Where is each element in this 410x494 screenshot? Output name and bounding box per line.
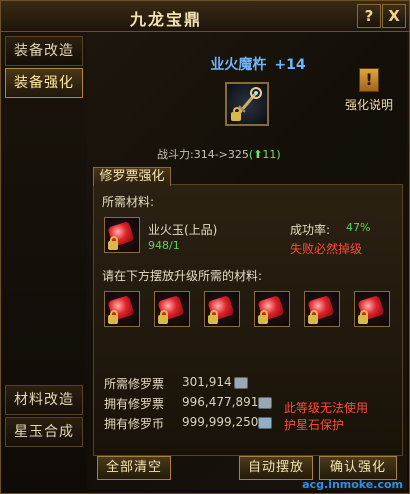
- site-watermark: acg.inmoke.com: [302, 478, 403, 491]
- nav-material-modify[interactable]: 材料改造: [5, 385, 83, 415]
- clear-all-button[interactable]: 全部清空: [97, 456, 171, 480]
- close-button[interactable]: X: [382, 4, 406, 28]
- material-count: 948/1: [148, 239, 180, 252]
- gem-slot-1[interactable]: [104, 291, 140, 327]
- fail-note: 失败必然掉级: [290, 242, 363, 256]
- forge-window: 九龙宝鼎 ? X 装备改造 装备强化 材料改造 星玉合成 业火魔杵 +14 战斗力…: [0, 0, 410, 494]
- power-delta: (⬆11): [248, 148, 281, 161]
- item-plus-level: +14: [274, 57, 306, 73]
- ticket-icon: [258, 397, 272, 409]
- auto-place-button[interactable]: 自动摆放: [239, 456, 313, 480]
- power-label: 战斗力:: [157, 148, 194, 161]
- owned-coin-value: 999,999,250: [182, 415, 259, 429]
- coin-icon: [258, 417, 272, 429]
- item-name-row: 业火魔杵 +14: [183, 54, 333, 74]
- lock-icon: [108, 236, 118, 250]
- nav-equip-modify[interactable]: 装备改造: [5, 36, 83, 66]
- place-prompt: 请在下方摆放升级所需的材料:: [102, 269, 263, 283]
- help-label: 强化说明: [344, 98, 393, 112]
- enhance-main: 业火魔杵 +14 战斗力:314->325(⬆11) ! 强化说明 修罗票强化 所…: [87, 32, 407, 490]
- owned-ticket-value: 996,477,891: [182, 395, 259, 409]
- owned-coin-label: 拥有修罗币: [104, 417, 165, 431]
- required-materials-label: 所需材料:: [102, 195, 155, 209]
- success-rate-value: 47%: [346, 221, 371, 234]
- lock-icon: [358, 310, 368, 324]
- lock-icon: [231, 107, 241, 121]
- asura-ticket-panel: 修罗票强化 所需材料: 业火玉(上品) 948/1 成功率: 47% 失败必然掉…: [93, 167, 403, 456]
- window-title: 九龙宝鼎: [129, 10, 202, 29]
- ticket-icon: [234, 377, 248, 389]
- protect-note-line2: 护星石保护: [284, 418, 345, 432]
- gem-slot-6[interactable]: [354, 291, 390, 327]
- needed-ticket-row: 所需修罗票 301,914: [104, 375, 364, 393]
- confirm-enhance-button[interactable]: 确认强化: [319, 456, 397, 480]
- lock-icon: [158, 310, 168, 324]
- tab-asura-ticket[interactable]: 修罗票强化: [93, 167, 171, 186]
- enhance-help[interactable]: ! 强化说明: [339, 68, 399, 113]
- material-slot[interactable]: [104, 217, 140, 253]
- success-rate-label: 成功率:: [290, 223, 331, 237]
- gem-slot-3[interactable]: [204, 291, 240, 327]
- material-name: 业火玉(上品): [148, 223, 218, 237]
- lock-icon: [108, 310, 118, 324]
- title-bar[interactable]: 九龙宝鼎 ? X: [1, 1, 409, 32]
- lock-icon: [258, 310, 268, 324]
- side-nav: 装备改造 装备强化 材料改造 星玉合成: [1, 32, 85, 492]
- combat-power: 战斗力:314->325(⬆11): [157, 146, 357, 162]
- gem-slot-5[interactable]: [304, 291, 340, 327]
- equip-slot[interactable]: [225, 82, 269, 126]
- power-values: 314->325: [193, 148, 249, 161]
- protect-note-line1: 此等级无法使用: [284, 401, 369, 415]
- help-button[interactable]: ?: [357, 4, 381, 28]
- gem-slot-4[interactable]: [254, 291, 290, 327]
- lock-icon: [208, 310, 218, 324]
- gem-slot-2[interactable]: [154, 291, 190, 327]
- needed-ticket-label: 所需修罗票: [104, 377, 165, 391]
- exclamation-icon: !: [359, 68, 379, 92]
- nav-starjade-synth[interactable]: 星玉合成: [5, 417, 83, 447]
- needed-ticket-value: 301,914: [182, 375, 232, 389]
- nav-equip-enhance[interactable]: 装备强化: [5, 68, 83, 98]
- item-name: 业火魔杵: [210, 57, 267, 73]
- owned-ticket-label: 拥有修罗票: [104, 397, 165, 411]
- lock-icon: [308, 310, 318, 324]
